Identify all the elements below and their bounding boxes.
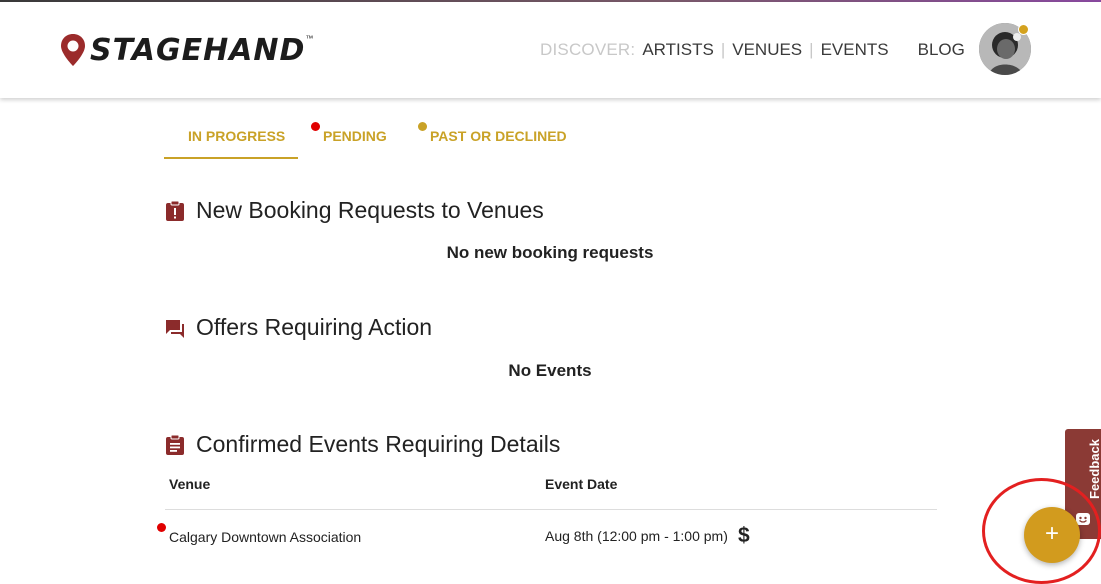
row-unread-dot <box>157 523 166 532</box>
column-header-event-date: Event Date <box>545 476 618 492</box>
nav-separator: | <box>720 40 726 59</box>
section-title-text: Confirmed Events Requiring Details <box>196 431 561 457</box>
nav-discover-label: DISCOVER: <box>540 40 636 59</box>
alert-clipboard-icon <box>166 200 184 221</box>
section-title-text: Offers Requiring Action <box>196 314 433 340</box>
plus-icon: + <box>1044 520 1059 547</box>
tab-in-progress[interactable]: IN PROGRESS <box>188 128 285 144</box>
map-pin-icon <box>61 34 85 66</box>
notification-dot <box>1018 24 1029 35</box>
stagehand-logo[interactable]: STAGEHAND ™ <box>60 32 313 68</box>
table-divider <box>165 509 937 510</box>
tab-past-or-declined[interactable]: PAST OR DECLINED <box>430 128 567 144</box>
logo-wordmark: STAGEHAND <box>90 32 306 68</box>
nav-link-blog[interactable]: BLOG <box>918 40 965 60</box>
main-nav: DISCOVER: ARTISTS | VENUES | EVENTS BLOG <box>540 40 965 60</box>
pending-unread-dot <box>311 122 320 131</box>
past-unread-dot <box>418 122 427 131</box>
event-date-cell: Aug 8th (12:00 pm - 1:00 pm) <box>545 528 728 544</box>
site-header: STAGEHAND ™ DISCOVER: ARTISTS | VENUES |… <box>0 2 1101 98</box>
trademark-symbol: ™ <box>305 34 314 43</box>
section-new-booking-requests: New Booking Requests to Venues <box>164 197 544 224</box>
venue-cell: Calgary Downtown Association <box>169 529 362 545</box>
clipboard-list-icon <box>166 434 184 455</box>
chat-bubbles-icon <box>166 319 184 338</box>
section-confirmed-events: Confirmed Events Requiring Details <box>164 431 560 458</box>
section-title-text: New Booking Requests to Venues <box>196 197 544 223</box>
nav-link-venues[interactable]: VENUES <box>732 40 802 60</box>
section-offers-requiring-action: Offers Requiring Action <box>164 314 432 341</box>
tab-pending[interactable]: PENDING <box>323 128 387 144</box>
nav-link-events[interactable]: EVENTS <box>821 40 889 60</box>
column-header-venue: Venue <box>169 476 211 492</box>
empty-offers-message: No Events <box>508 361 592 380</box>
nav-separator: | <box>809 40 814 59</box>
feedback-label: Feedback <box>1087 439 1101 499</box>
add-event-button[interactable]: + <box>1024 507 1080 563</box>
empty-booking-requests-message: No new booking requests <box>446 243 654 262</box>
active-tab-indicator <box>164 157 298 159</box>
nav-link-artists[interactable]: ARTISTS <box>642 40 713 60</box>
dollar-icon[interactable]: $ <box>738 524 750 548</box>
